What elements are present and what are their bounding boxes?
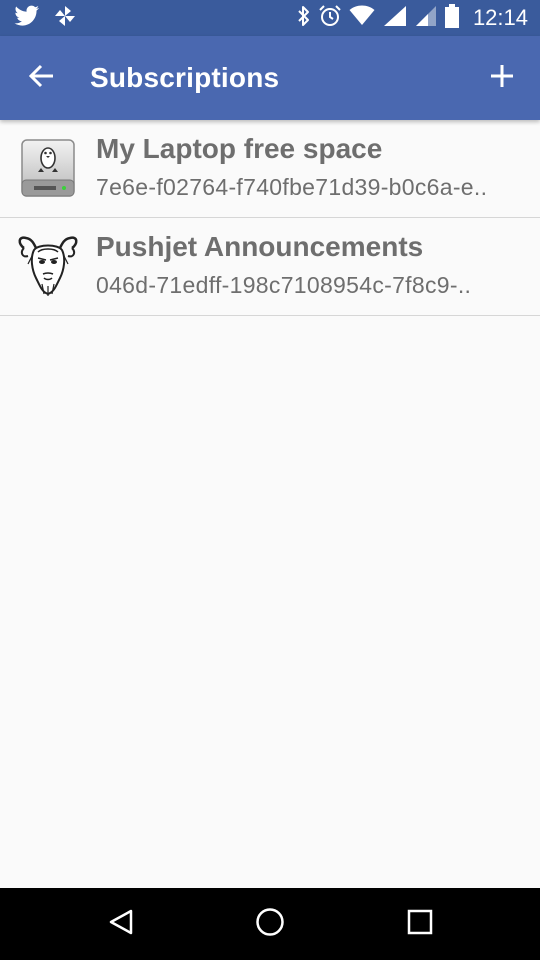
nav-back-button[interactable] <box>97 900 145 948</box>
subscription-item[interactable]: My Laptop free space 7e6e-f02764-f740fbe… <box>0 120 540 218</box>
bluetooth-icon <box>297 5 311 32</box>
home-circle-icon <box>255 907 285 942</box>
recents-square-icon <box>407 909 433 940</box>
subscription-token: 046d-71edff-198c7108954c-7f8c9-.. <box>96 272 472 298</box>
subscription-title: Pushjet Announcements <box>96 231 424 262</box>
subscription-list: My Laptop free space 7e6e-f02764-f740fbe… <box>0 120 540 316</box>
gnu-head-icon <box>16 234 80 298</box>
app-bar: Subscriptions <box>0 36 540 120</box>
signal-icon <box>415 5 437 32</box>
twitter-icon <box>14 5 40 32</box>
nav-home-button[interactable] <box>246 900 294 948</box>
alarm-icon <box>319 4 341 32</box>
laptop-drive-icon <box>16 136 80 200</box>
subscription-item[interactable]: Pushjet Announcements 046d-71edff-198c71… <box>0 218 540 316</box>
back-button[interactable] <box>18 54 66 102</box>
status-bar: 12:14 <box>0 0 540 36</box>
wifi-icon <box>349 5 375 32</box>
battery-icon <box>444 3 459 33</box>
back-triangle-icon <box>107 908 135 941</box>
arrow-back-icon <box>28 63 55 94</box>
pinwheel-icon <box>54 5 76 32</box>
status-time: 12:14 <box>472 5 528 30</box>
plus-icon <box>490 64 514 93</box>
status-left <box>14 5 76 32</box>
signal-icon <box>383 5 407 32</box>
status-right: 12:14 <box>297 3 528 33</box>
navigation-bar <box>0 888 540 960</box>
subscription-title: My Laptop free space <box>96 133 383 164</box>
subscription-token: 7e6e-f02764-f740fbe71d39-b0c6a-e.. <box>96 174 488 200</box>
page-title: Subscriptions <box>90 62 280 93</box>
nav-recents-button[interactable] <box>396 900 444 948</box>
add-subscription-button[interactable] <box>478 54 526 102</box>
